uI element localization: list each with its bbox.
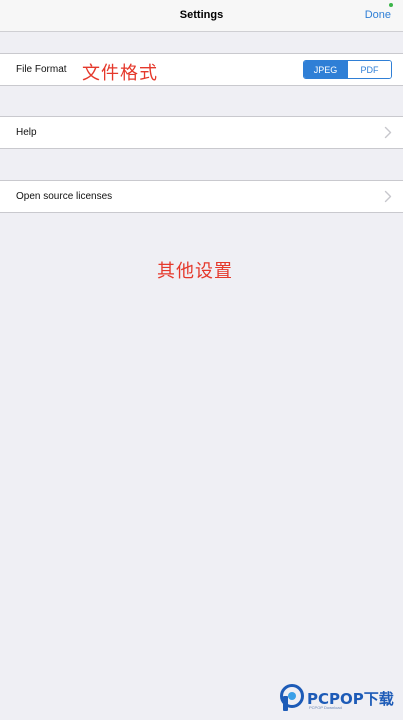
file-format-segmented-control: JPEG PDF [303, 60, 392, 79]
watermark: PCPOP下载 PCPOP Download [279, 684, 401, 714]
done-button[interactable]: Done [365, 9, 391, 21]
format-option-jpeg[interactable]: JPEG [304, 61, 347, 78]
other-settings-annotation: 其他设置 [157, 261, 233, 282]
pcpop-logo-icon [280, 684, 304, 711]
open-source-licenses-row[interactable]: Open source licenses [0, 180, 403, 213]
help-label: Help [16, 127, 37, 138]
page-title: Settings [179, 9, 224, 21]
file-format-label: File Format [16, 64, 67, 75]
watermark-tagline: PCPOP Download [309, 705, 342, 710]
chevron-right-icon [384, 190, 392, 203]
open-source-licenses-label: Open source licenses [16, 191, 113, 202]
help-row[interactable]: Help [0, 116, 403, 149]
file-format-row: File Format JPEG PDF [0, 53, 403, 86]
navigation-bar: Settings Done [0, 0, 403, 32]
chevron-right-icon [384, 126, 392, 139]
format-option-pdf[interactable]: PDF [347, 61, 391, 78]
file-format-annotation: 文件格式 [82, 63, 158, 84]
status-dot-icon [389, 3, 393, 7]
